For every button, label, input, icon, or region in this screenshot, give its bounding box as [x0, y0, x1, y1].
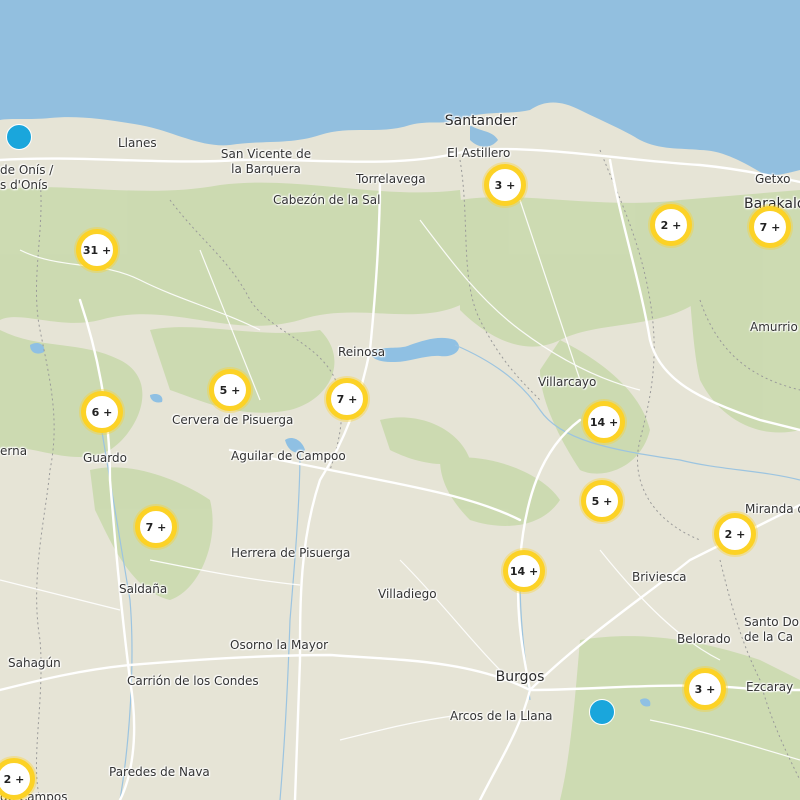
- label-aguilar-de-campoo: Aguilar de Campoo: [231, 449, 346, 463]
- label-reinosa: Reinosa: [338, 345, 386, 359]
- cluster-marker[interactable]: 5 +: [581, 480, 623, 522]
- label-osorno-la-mayor: Osorno la Mayor: [230, 638, 329, 652]
- cluster-marker[interactable]: 6 +: [81, 391, 123, 433]
- cluster-marker[interactable]: 7 +: [749, 206, 791, 248]
- label-paredes-de-nava: Paredes de Nava: [109, 765, 210, 779]
- label-cervera-de-pisuerga: Cervera de Pisuerga: [172, 413, 294, 427]
- cluster-marker[interactable]: 7 +: [135, 506, 177, 548]
- cluster-marker[interactable]: 2 +: [650, 204, 692, 246]
- cluster-marker[interactable]: 3 +: [484, 164, 526, 206]
- cluster-marker[interactable]: 2 +: [714, 513, 756, 555]
- map-canvas[interactable]: Santander Llanes San Vicente de la Barque…: [0, 0, 800, 800]
- label-san-vicente-de-la-barquera: San Vicente de la Barquera: [220, 147, 312, 176]
- cluster-marker[interactable]: 3 +: [684, 668, 726, 710]
- label-llanes: Llanes: [118, 136, 157, 150]
- label-herrera-de-pisuerga: Herrera de Pisuerga: [231, 546, 351, 560]
- label-arcos-de-la-llana: Arcos de la Llana: [450, 709, 553, 723]
- label-saldana: Saldaña: [119, 582, 168, 596]
- label-santander: Santander: [444, 113, 518, 129]
- label-sahagun: Sahagún: [8, 656, 61, 670]
- label-miranda-de-ebro: Miranda d: [745, 502, 800, 516]
- cluster-marker[interactable]: 14 +: [503, 550, 545, 592]
- poi-marker[interactable]: [589, 699, 615, 725]
- label-cabezon-de-la-sal: Cabezón de la Sal: [273, 193, 381, 207]
- cluster-marker[interactable]: 5 +: [209, 369, 251, 411]
- label-belorado: Belorado: [677, 632, 731, 646]
- label-torrelavega: Torrelavega: [356, 172, 426, 186]
- cluster-marker[interactable]: 31 +: [76, 229, 118, 271]
- label-cangas-de-onis: de Onís / s d'Onís: [0, 163, 54, 192]
- cluster-marker[interactable]: 14 +: [583, 401, 625, 443]
- label-el-astillero: El Astillero: [447, 146, 511, 160]
- label-burgos: Burgos: [495, 669, 545, 685]
- label-carrion-de-los-condes: Carrión de los Condes: [127, 674, 259, 688]
- cluster-marker[interactable]: 7 +: [326, 378, 368, 420]
- label-briviesca: Briviesca: [632, 570, 687, 584]
- map-base-layer: [0, 0, 800, 800]
- label-getxo: Getxo: [755, 172, 791, 186]
- label-amurrio: Amurrio: [750, 320, 798, 334]
- label-villadiego: Villadiego: [378, 587, 437, 601]
- label-villarcayo: Villarcayo: [538, 375, 597, 389]
- label-santo-domingo-de-la-calzada: Santo Do de la Ca: [744, 615, 800, 644]
- label-guardo: Guardo: [83, 451, 127, 465]
- label-ezcaray: Ezcaray: [746, 680, 794, 694]
- poi-marker[interactable]: [6, 124, 32, 150]
- label-riano: erna: [0, 444, 28, 458]
